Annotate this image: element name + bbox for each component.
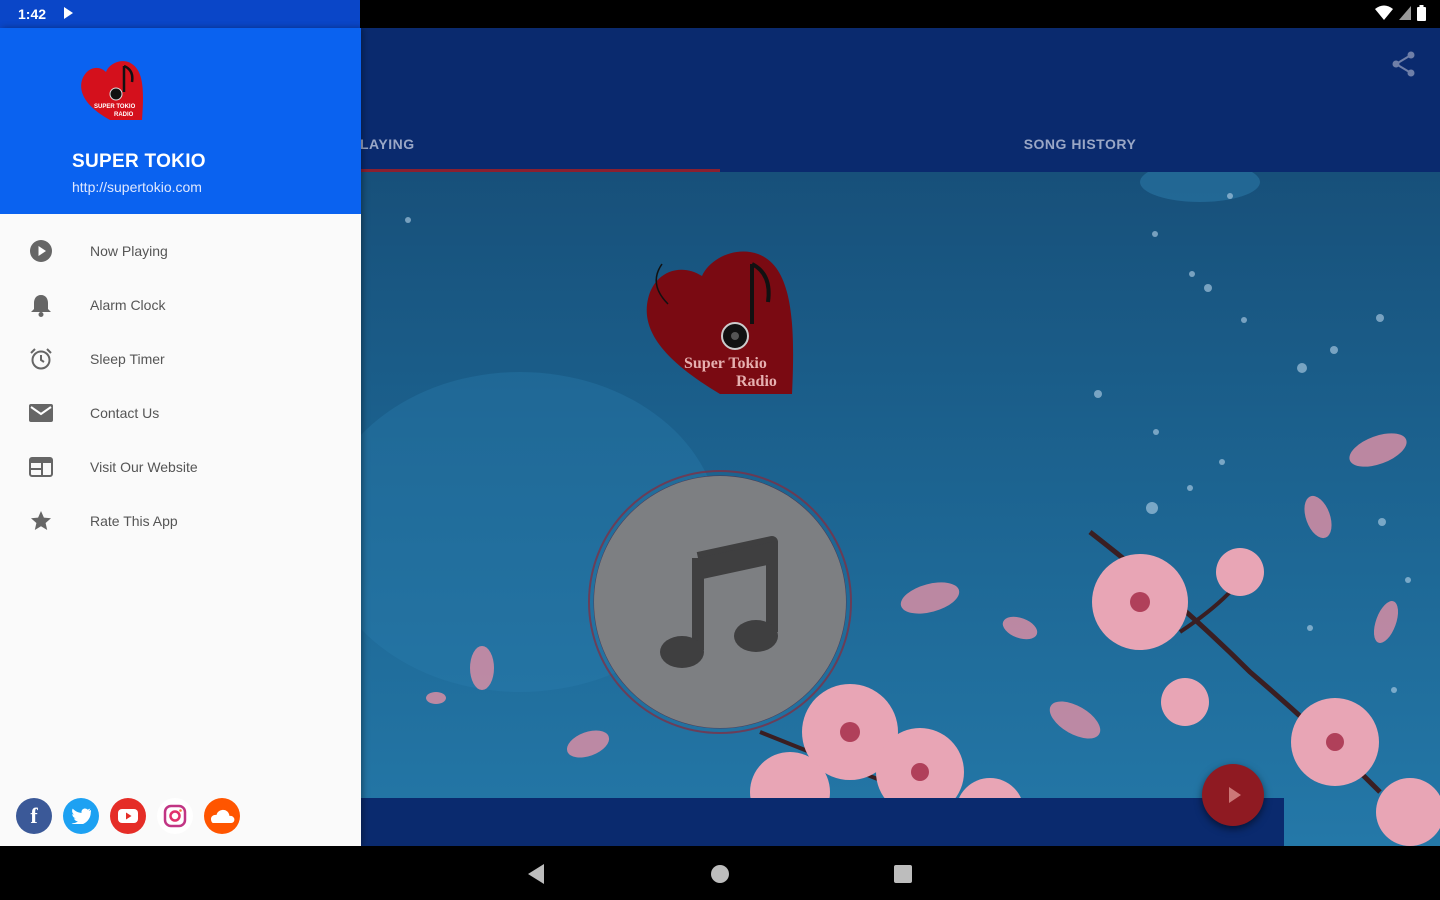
menu-item-label: Sleep Timer: [90, 351, 165, 367]
wifi-icon: [1375, 5, 1393, 20]
svg-text:RADIO: RADIO: [114, 112, 134, 118]
twitter-bird: [71, 808, 91, 824]
facebook-icon[interactable]: f: [16, 798, 52, 834]
menu-item-contact-us[interactable]: Contact Us: [0, 386, 361, 440]
soundcloud-icon[interactable]: [204, 798, 240, 834]
youtube-glyph: [118, 809, 138, 823]
signal-icon: [1399, 6, 1411, 20]
youtube-icon[interactable]: [110, 798, 146, 834]
logo-text-line1: Super Tokio: [684, 355, 767, 372]
recent-apps-icon[interactable]: [894, 865, 912, 883]
logo-text-line2: Radio: [736, 373, 777, 390]
menu-item-label: Contact Us: [90, 405, 160, 421]
menu-item-now-playing[interactable]: Now Playing: [0, 224, 361, 278]
menu-item-label: Alarm Clock: [90, 297, 166, 313]
station-name: SUPER TOKIO: [72, 151, 206, 172]
play-icon: [1229, 787, 1241, 803]
album-art-placeholder: [594, 476, 846, 728]
menu-item-rate-app[interactable]: Rate This App: [0, 494, 361, 548]
navigation-drawer: SUPER TOKIO RADIO SUPER TOKIO http://sup…: [0, 28, 361, 846]
music-note-icon: [660, 536, 778, 668]
menu-item-label: Visit Our Website: [90, 459, 198, 475]
facebook-glyph: f: [30, 803, 38, 828]
drawer-menu: Now Playing Alarm Clock Sleep Timer Cont…: [0, 224, 361, 548]
menu-item-visit-website[interactable]: Visit Our Website: [0, 440, 361, 494]
station-logo-image: Super Tokio Radio: [646, 251, 794, 394]
play-circle-icon: [28, 238, 54, 264]
media-play-icon: [64, 7, 73, 19]
back-icon[interactable]: [528, 864, 544, 884]
share-icon[interactable]: [1390, 50, 1418, 78]
system-nav-bar: [0, 846, 1440, 900]
home-icon[interactable]: [711, 865, 729, 883]
mail-icon: [28, 400, 54, 426]
battery-icon: [1417, 5, 1426, 21]
instagram-icon[interactable]: [157, 798, 193, 834]
star-icon: [28, 508, 54, 534]
svg-text:SUPER TOKIO: SUPER TOKIO: [94, 104, 136, 110]
drawer-header: SUPER TOKIO RADIO SUPER TOKIO http://sup…: [0, 28, 361, 214]
alarm-clock-icon: [28, 346, 54, 372]
menu-item-sleep-timer[interactable]: Sleep Timer: [0, 332, 361, 386]
station-url[interactable]: http://supertokio.com: [72, 179, 202, 195]
tab-now-playing-label: LAYING: [360, 136, 415, 152]
social-links: f: [16, 798, 240, 834]
tab-song-history-label: SONG HISTORY: [1023, 136, 1137, 152]
menu-item-label: Now Playing: [90, 243, 168, 259]
status-bar: 1:42: [0, 0, 1440, 28]
system-icons: [1375, 5, 1426, 21]
status-bar-drawer-tint: [0, 0, 360, 28]
web-icon: [28, 454, 54, 480]
soundcloud-glyph: [211, 809, 235, 823]
status-time: 1:42: [18, 6, 47, 22]
menu-item-alarm-clock[interactable]: Alarm Clock: [0, 278, 361, 332]
station-logo-small: SUPER TOKIO RADIO: [81, 61, 143, 120]
instagram-glyph: [163, 804, 187, 828]
tab-song-history[interactable]: SONG HISTORY: [720, 116, 1440, 172]
play-button[interactable]: [1202, 764, 1264, 826]
twitter-icon[interactable]: [63, 798, 99, 834]
bell-icon: [28, 292, 54, 318]
menu-item-label: Rate This App: [90, 513, 178, 529]
